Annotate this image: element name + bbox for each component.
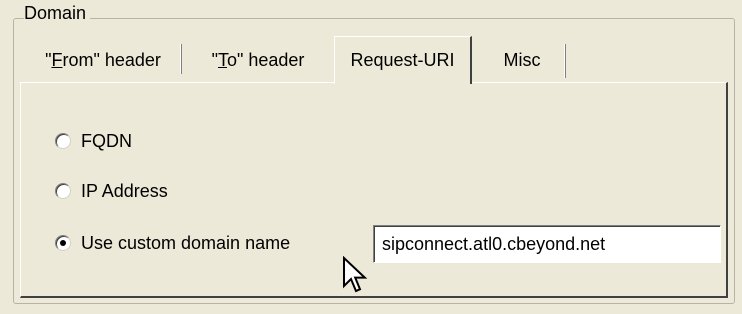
- request-uri-panel: FQDN IP Address Use custom domain name: [20, 82, 728, 298]
- tab-to-header-label: "To" header: [211, 50, 305, 70]
- tab-misc[interactable]: Misc: [474, 40, 570, 80]
- tab-request-uri[interactable]: Request-URI: [334, 36, 472, 84]
- ip-address-option[interactable]: IP Address: [55, 177, 168, 205]
- fqdn-option[interactable]: FQDN: [55, 127, 132, 155]
- domain-dialog: Domain "From" header "To" header Request…: [0, 0, 742, 314]
- tab-from-header-label: "From" header: [45, 50, 161, 70]
- ip-address-label: IP Address: [81, 180, 168, 201]
- tab-from-header[interactable]: "From" header: [24, 40, 182, 80]
- tab-divider: [564, 44, 566, 78]
- tab-request-uri-label: Request-URI: [350, 50, 455, 70]
- custom-domain-input[interactable]: [373, 225, 721, 263]
- tab-misc-label: Misc: [503, 50, 541, 70]
- fqdn-label: FQDN: [81, 130, 132, 151]
- custom-domain-label: Use custom domain name: [81, 232, 291, 253]
- fqdn-radio[interactable]: [55, 133, 71, 149]
- ip-address-radio[interactable]: [55, 183, 71, 199]
- tab-to-header[interactable]: "To" header: [182, 40, 334, 80]
- custom-domain-radio[interactable]: [55, 235, 71, 251]
- domain-group-label: Domain: [24, 2, 91, 24]
- radio-selected-dot: [60, 240, 66, 246]
- custom-domain-option[interactable]: Use custom domain name: [55, 229, 290, 257]
